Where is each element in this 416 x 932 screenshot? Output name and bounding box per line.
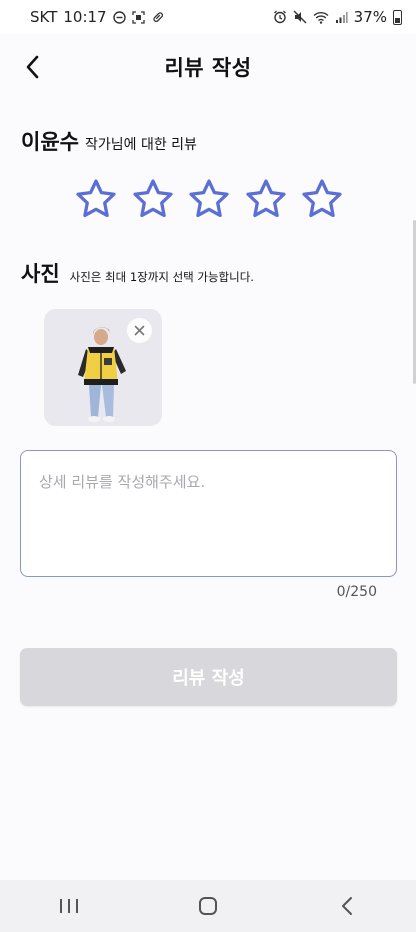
photo-heading: 사진 사진은 최대 1장까지 선택 가능합니다. (21, 258, 254, 288)
status-bar: SKT 10:17 37% (0, 0, 416, 34)
status-right: 37% (273, 8, 402, 26)
screenshot-icon (131, 10, 145, 24)
alarm-icon (273, 10, 286, 24)
app-bar: 리뷰 작성 (0, 34, 416, 100)
minus-circle-icon (112, 10, 126, 24)
photo-title: 사진 (21, 262, 60, 286)
battery-percent: 37% (353, 8, 387, 26)
char-count: 0/250 (336, 584, 377, 600)
submit-review-button[interactable]: 리뷰 작성 (20, 648, 397, 706)
close-icon (134, 325, 145, 336)
recent-apps-button[interactable] (39, 884, 99, 928)
author-heading: 이윤수 작가님에 대한 리뷰 (21, 126, 197, 156)
mute-icon (293, 10, 307, 24)
review-textarea[interactable] (39, 471, 378, 556)
star-4-icon[interactable] (244, 177, 288, 221)
wifi-icon (313, 11, 329, 24)
photo-hint: 사진은 최대 1장까지 선택 가능합니다. (69, 270, 254, 284)
battery-icon (393, 9, 402, 25)
system-back-button[interactable] (317, 884, 377, 928)
author-name: 이윤수 (21, 130, 79, 154)
status-left: SKT 10:17 (30, 8, 165, 26)
signal-icon (335, 11, 348, 23)
star-3-icon[interactable] (187, 177, 231, 221)
star-5-icon[interactable] (300, 177, 344, 221)
chevron-left-icon (26, 55, 39, 79)
back-button[interactable] (18, 50, 46, 84)
pill-icon (152, 12, 163, 23)
page-title: 리뷰 작성 (164, 56, 252, 80)
clock: 10:17 (63, 8, 107, 26)
star-1-icon[interactable] (74, 177, 118, 221)
home-icon (198, 897, 217, 915)
author-suffix: 작가님에 대한 리뷰 (84, 137, 197, 153)
home-button[interactable] (178, 884, 238, 928)
review-box (20, 450, 397, 577)
back-icon (341, 897, 352, 915)
carrier-label: SKT (30, 8, 58, 26)
system-nav-bar (0, 880, 416, 932)
recent-apps-icon (60, 899, 79, 913)
remove-photo-button[interactable] (127, 318, 152, 343)
star-2-icon[interactable] (131, 177, 175, 221)
star-rating (74, 177, 344, 223)
